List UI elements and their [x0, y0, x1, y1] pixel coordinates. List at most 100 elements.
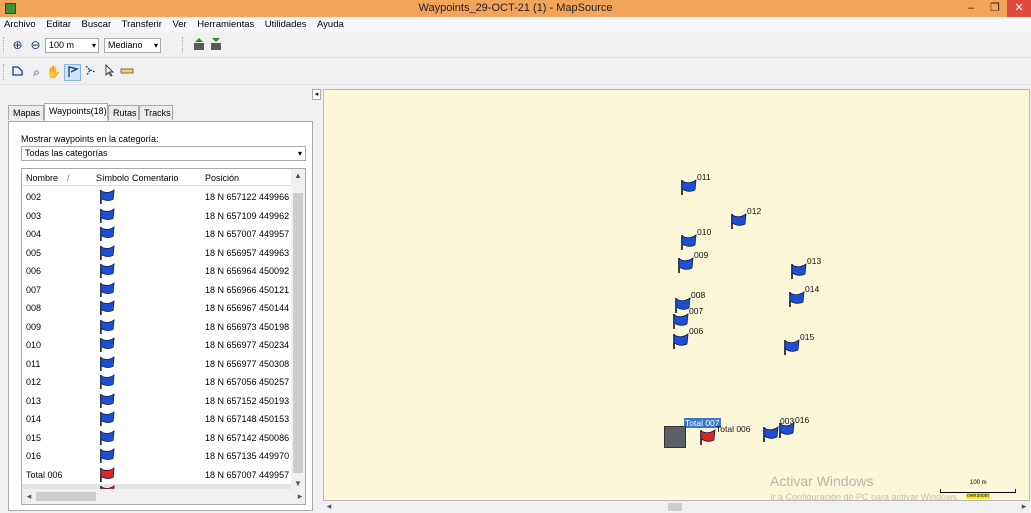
scroll-up-arrow[interactable]: ▲ [291, 169, 305, 183]
scroll-thumb[interactable] [293, 193, 303, 473]
chevron-down-icon: ▾ [153, 41, 158, 50]
route-tool-icon[interactable] [82, 64, 99, 81]
list-horizontal-scrollbar[interactable]: ◂ ▸ [22, 489, 305, 504]
scroll-thumb[interactable] [36, 492, 96, 501]
menu-herramientas[interactable]: Herramientas [193, 17, 258, 30]
menu-ayuda[interactable]: Ayuda [313, 17, 348, 30]
toolbar-grip[interactable] [3, 64, 6, 80]
waypoint-name: 014 [26, 414, 42, 424]
table-row[interactable]: 011 18 N 656977 450308 [22, 355, 292, 372]
column-nombre[interactable]: Nombre [26, 173, 58, 183]
scroll-left-arrow[interactable]: ◂ [22, 489, 36, 504]
table-row[interactable]: 012 18 N 657056 450257 [22, 373, 292, 390]
map-waypoint-w006[interactable]: 006 [672, 326, 703, 352]
blue-flag-icon [99, 355, 115, 372]
hand-pan-icon[interactable]: ✋ [45, 64, 62, 81]
blue-flag-icon [99, 318, 115, 335]
activate-windows-watermark: Activar Windows [770, 473, 874, 489]
map-waypoint-wt007[interactable]: Total 007 [684, 418, 721, 448]
close-button[interactable]: ✕ [1007, 0, 1031, 17]
zoom-scale-select[interactable]: 100 m ▾ [45, 38, 99, 53]
overzoom-badge: overzoom [966, 493, 990, 499]
detail-level-select[interactable]: Mediano ▾ [104, 38, 161, 53]
map-waypoint-w013[interactable]: 013 [790, 256, 821, 282]
menu-utilidades[interactable]: Utilidades [261, 17, 311, 30]
map-waypoint-w014[interactable]: 014 [788, 284, 819, 310]
collapse-panel-button[interactable]: ◂ [312, 89, 321, 100]
map-waypoint-w011[interactable]: 011 [680, 172, 711, 198]
scroll-left-arrow[interactable]: ◂ [323, 501, 335, 513]
waypoint-position: 18 N 656966 450121 [205, 284, 290, 295]
table-row[interactable]: 009 18 N 656973 450198 [22, 318, 292, 335]
category-select[interactable]: Todas las categorías ▾ [21, 146, 306, 161]
distance-ruler-icon[interactable] [118, 64, 135, 81]
column-comentario[interactable]: Comentario [132, 173, 179, 183]
map-waypoint-w015[interactable]: 015 [783, 332, 814, 358]
waypoint-position: 18 N 656977 450308 [205, 358, 290, 369]
waypoint-position: 18 N 657148 450153 [205, 414, 290, 424]
list-vertical-scrollbar[interactable]: ▲ ▼ [291, 169, 305, 491]
table-row[interactable]: 008 18 N 656967 450144 [22, 299, 292, 316]
tab-rutas[interactable]: Rutas [108, 105, 139, 120]
waypoint-name: 012 [26, 377, 42, 387]
category-value: Todas las categorías [25, 148, 108, 158]
toolbar-grip[interactable] [182, 37, 185, 53]
map-waypoint-w009[interactable]: 009 [677, 250, 708, 276]
menu-archivo[interactable]: Archivo [0, 17, 40, 30]
menu-buscar[interactable]: Buscar [78, 17, 116, 30]
table-row[interactable]: 006 18 N 656964 450092 [22, 262, 292, 279]
menu-editar[interactable]: Editar [42, 17, 75, 30]
waypoint-label: 012 [747, 206, 762, 216]
waypoint-label: Total 006 [716, 424, 751, 434]
table-row[interactable]: Total 006 18 N 657007 449957 [22, 466, 292, 483]
menu-ver[interactable]: Ver [168, 17, 190, 30]
tab-tracks[interactable]: Tracks [139, 105, 173, 120]
waypoint-name: 006 [26, 266, 42, 276]
waypoint-tool-icon[interactable] [64, 64, 81, 81]
scroll-right-arrow[interactable]: ▸ [293, 489, 305, 504]
map-horizontal-scrollbar[interactable]: ◂ ▸ [323, 501, 1030, 513]
scroll-thumb[interactable] [668, 503, 682, 511]
table-row[interactable]: 004 18 N 657007 449957 [22, 225, 292, 242]
table-row[interactable]: 002 18 N 657122 449966 [22, 188, 292, 205]
waypoint-label: 009 [694, 250, 709, 260]
blue-flag-icon [99, 392, 115, 409]
table-row[interactable]: 013 18 N 657152 450193 [22, 392, 292, 409]
minimize-button[interactable]: – [959, 0, 983, 17]
zoom-in-icon[interactable]: ⊕ [9, 37, 26, 54]
toolbar-grip[interactable] [3, 37, 6, 53]
table-row[interactable]: 016 18 N 657135 449970 [22, 447, 292, 464]
zoom-tool-icon[interactable]: ⌕ [28, 64, 45, 81]
title-bar: Waypoints_29-OCT-21 (1) - MapSource – ❐ … [0, 0, 1031, 17]
tab-waypoints[interactable]: Waypoints(18) [44, 103, 108, 122]
column-posicion[interactable]: Posición [205, 173, 239, 183]
zoom-out-icon[interactable]: ⊖ [27, 37, 44, 54]
zoom-toolbar: ⊕ ⊖ 100 m ▾ Mediano ▾ [0, 33, 1031, 58]
table-row[interactable]: 015 18 N 657142 450086 [22, 429, 292, 446]
table-row[interactable]: 007 18 N 656966 450121 [22, 281, 292, 298]
table-row[interactable]: 005 18 N 656957 449963 [22, 244, 292, 261]
map-waypoint-w007[interactable]: 007 [672, 306, 703, 332]
receive-from-device-icon[interactable] [207, 37, 224, 54]
waypoint-name: 015 [26, 432, 42, 443]
waypoints-tab-panel: Mostrar waypoints en la categoría: Todas… [8, 121, 313, 511]
table-row[interactable]: 010 18 N 656977 450234 [22, 336, 292, 353]
table-row[interactable]: 014 18 N 657148 450153 [22, 410, 292, 427]
menu-transferir[interactable]: Transferir [118, 17, 166, 30]
waypoint-name: 009 [26, 321, 42, 332]
column-simbolo[interactable]: Símbolo [96, 173, 129, 183]
waypoint-name: 008 [26, 303, 42, 313]
scroll-right-arrow[interactable]: ▸ [1018, 501, 1030, 513]
category-label: Mostrar waypoints en la categoría: [21, 134, 159, 144]
blue-flag-icon [99, 188, 115, 205]
send-to-device-icon[interactable] [190, 37, 207, 54]
maximize-button[interactable]: ❐ [983, 0, 1007, 17]
waypoint-position: 18 N 657109 449962 [205, 210, 290, 221]
map-select-icon[interactable] [9, 64, 26, 81]
table-row[interactable]: 003 18 N 657109 449962 [22, 207, 292, 224]
list-header: Nombre / Símbolo Comentario Posición [22, 169, 292, 186]
map-waypoint-w012[interactable]: 012 [730, 206, 761, 232]
tab-mapas[interactable]: Mapas [8, 105, 44, 120]
pointer-select-icon[interactable] [100, 63, 117, 81]
map-waypoint-w016[interactable]: 016 [778, 415, 809, 441]
